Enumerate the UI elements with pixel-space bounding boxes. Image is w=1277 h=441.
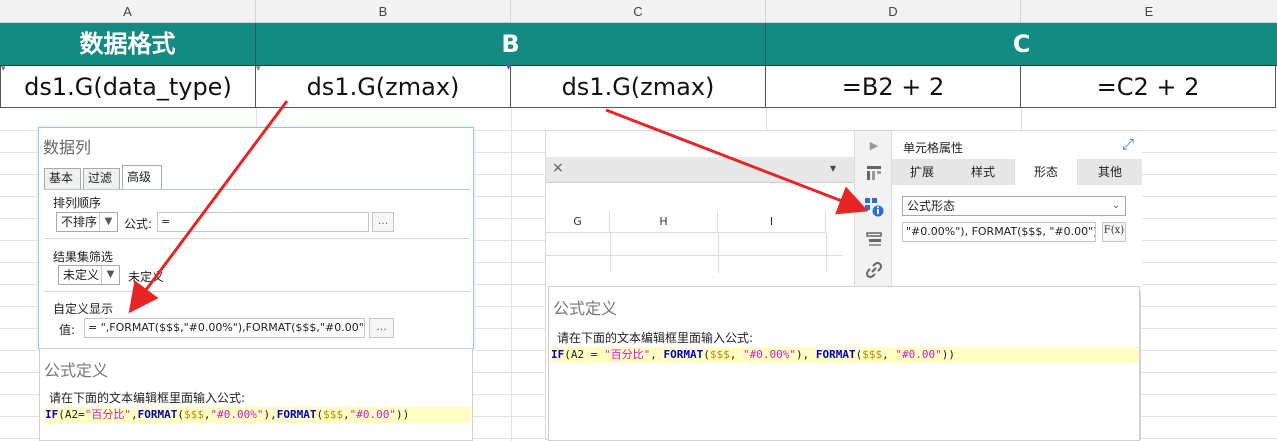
tab-form[interactable]: 形态	[1014, 159, 1078, 185]
sort-select-value: 不排序	[61, 215, 98, 229]
divider	[44, 291, 470, 292]
cell-attribute-icon[interactable]	[863, 197, 885, 219]
cell-marker-icon: ▾	[256, 64, 261, 74]
formula-definition-box-1: 公式定义 请在下面的文本编辑框里面输入公式: IF(A2="百分比",FORMA…	[39, 348, 473, 441]
tab-other[interactable]: 其他	[1078, 159, 1142, 185]
custom-value-input[interactable]: = ",FORMAT($$$,"#0.00%"),FORMAT($$$,"#0.…	[84, 318, 365, 338]
formula-box-hint: 请在下面的文本编辑框里面输入公式:	[49, 391, 246, 405]
sort-select[interactable]: 不排序 ▼	[56, 212, 118, 232]
form-type-select[interactable]: 公式形态 ⌄	[902, 196, 1126, 216]
sort-section-label: 排列顺序	[53, 196, 102, 210]
chevron-down-icon: ⌄	[1111, 200, 1121, 211]
filter-section-label: 结果集筛选	[53, 250, 114, 264]
close-icon[interactable]: ×	[552, 160, 564, 176]
widget-icon[interactable]	[863, 230, 885, 252]
column-header-e[interactable]: E	[1021, 0, 1277, 23]
cell-property-panel: 单元格属性 ⤢ 扩展 样式 形态 其他 公式形态 ⌄ "#0.00%"), FO…	[892, 131, 1142, 291]
divider	[546, 255, 842, 256]
dropdown-arrow-icon[interactable]: ▾	[830, 161, 836, 175]
formula-code-line[interactable]: IF(A2="百分比",FORMAT($$$,"#0.00%"),FORMAT(…	[45, 407, 471, 423]
form-type-value: 公式形态	[907, 199, 956, 213]
custom-display-label: 自定义显示	[53, 302, 114, 316]
formula-box-title: 公式定义	[553, 299, 618, 318]
tab-advanced[interactable]: 高级	[122, 165, 162, 189]
form-formula-input[interactable]: "#0.00%"), FORMAT($$$, "#0.00"))	[902, 222, 1096, 242]
column-header-a[interactable]: A	[0, 0, 256, 23]
formula-box-hint: 请在下面的文本编辑框里面输入公式:	[557, 331, 754, 345]
link-icon[interactable]	[863, 261, 885, 283]
data-column-dialog: 数据列 基本 过滤 高级 排列顺序 不排序 ▼ 公式: = ... 结果集筛选 …	[38, 127, 474, 349]
tab-basic[interactable]: 基本	[44, 168, 81, 189]
resize-icon[interactable]: ⤢	[1122, 135, 1134, 153]
header-cell-c[interactable]: C	[766, 23, 1277, 66]
formula-label: 公式:	[124, 217, 153, 231]
cell-marker-icon: ▾	[506, 62, 512, 73]
data-cell-b2[interactable]: ds1.G(zmax)	[255, 66, 511, 108]
tab-expand[interactable]: 扩展	[892, 159, 952, 185]
expand-arrow-icon[interactable]: ▶	[863, 135, 885, 157]
side-toolbar: ▶	[854, 131, 892, 291]
formula-definition-box-2: 公式定义 请在下面的文本编辑框里面输入公式: IF(A2 = "百分比", FO…	[548, 286, 1140, 441]
data-cell-e2[interactable]: =C2 + 2	[1020, 66, 1276, 108]
formula-code-line[interactable]: IF(A2 = "百分比", FORMAT($$$, "#0.00%"), FO…	[551, 347, 1139, 363]
advanced-panel: 排列顺序 不排序 ▼ 公式: = ... 结果集筛选 未定义 ▼ 未定义 自定义…	[44, 189, 470, 347]
cell-layout-icon[interactable]	[863, 164, 885, 186]
value-ellipsis-button[interactable]: ...	[369, 318, 394, 338]
formula-box-title: 公式定义	[44, 361, 109, 380]
formula-input[interactable]: =	[157, 212, 369, 232]
column-header-c[interactable]: C	[511, 0, 766, 23]
column-header-bar: A B C D E	[0, 0, 1277, 23]
divider	[826, 233, 827, 273]
header-cell-a[interactable]: 数据格式	[0, 23, 256, 66]
mini-col-header-i[interactable]: I	[718, 211, 826, 233]
mini-grid: G H I	[546, 211, 842, 273]
tab-style[interactable]: 样式	[952, 159, 1014, 185]
data-cell-d2[interactable]: =B2 + 2	[765, 66, 1021, 108]
chevron-down-icon: ▼	[99, 213, 117, 231]
data-cell-a2[interactable]: ds1.G(data_type)	[0, 66, 256, 108]
filter-status-text: 未定义	[128, 270, 165, 284]
header-cell-b[interactable]: B	[256, 23, 766, 66]
column-header-b[interactable]: B	[256, 0, 511, 23]
mini-col-header-h[interactable]: H	[610, 211, 718, 233]
editor-tab-bar: × ▾	[546, 157, 854, 183]
data-cell-c2[interactable]: ds1.G(zmax)	[510, 66, 766, 108]
divider	[44, 238, 470, 239]
cell-marker-icon: ▾	[1, 64, 6, 74]
dialog-title: 数据列	[43, 138, 92, 157]
fx-button[interactable]: F(x)	[1102, 222, 1126, 242]
mini-col-header-g[interactable]: G	[546, 211, 610, 233]
column-header-d[interactable]: D	[766, 0, 1021, 23]
property-tabs: 扩展 样式 形态 其他	[892, 159, 1142, 185]
chevron-down-icon: ▼	[101, 266, 119, 284]
property-panel-title: 单元格属性	[903, 141, 964, 155]
editor-top-area	[546, 131, 854, 157]
divider	[610, 233, 611, 273]
divider	[718, 233, 719, 273]
formula-ellipsis-button[interactable]: ...	[372, 212, 394, 232]
tab-filter[interactable]: 过滤	[83, 168, 120, 189]
filter-select[interactable]: 未定义 ▼	[58, 265, 120, 285]
value-label: 值:	[59, 323, 76, 337]
filter-select-value: 未定义	[63, 268, 100, 282]
